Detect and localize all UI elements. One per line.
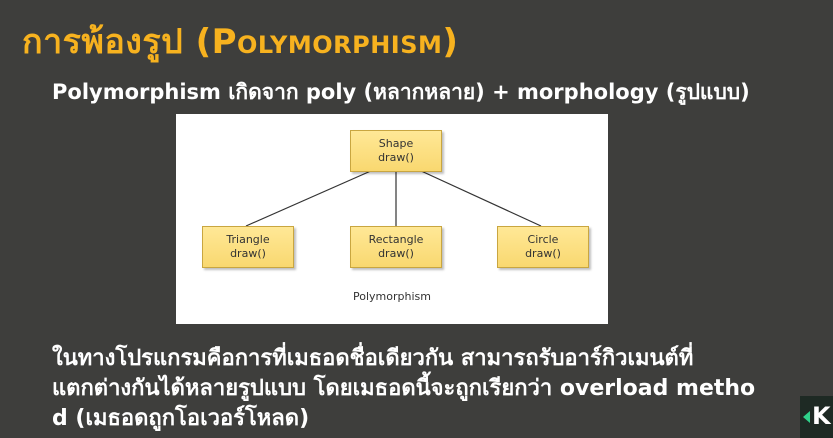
slide-title-english: (Polymorphism) [195,22,459,62]
prev-arrow-icon[interactable] [803,411,810,423]
class-diagram: Shape draw() Triangle draw() Rectangle d… [176,114,608,324]
corner-logo[interactable]: K [800,396,833,438]
connector-triangle [245,169,374,227]
body-text: ในทางโปรแกรมคือการที่เมธอดชื่อเดียวกัน ส… [52,344,833,434]
node-rectangle-name: Rectangle [368,233,424,246]
slide-subtitle: Polymorphism เกิดจาก poly (หลากหลาย) + m… [52,80,750,104]
node-circle-name: Circle [527,233,559,246]
node-circle: Circle draw() [497,226,589,268]
node-shape: Shape draw() [350,130,442,172]
node-rectangle: Rectangle draw() [350,226,442,268]
node-circle-method: draw() [525,247,561,260]
body-line-1: ในทางโปรแกรมคือการที่เมธอดชื่อเดียวกัน ส… [52,346,694,371]
logo-letter: K [812,402,831,430]
node-shape-method: draw() [378,151,414,164]
node-rectangle-method: draw() [378,247,414,260]
node-shape-name: Shape [378,137,414,150]
body-line-2: แตกต่างกันได้หลายรูปแบบ โดยเมธอดนี้จะถูก… [52,376,756,401]
slide-title: การพ้องรูป (Polymorphism) [22,14,458,68]
slide: การพ้องรูป (Polymorphism) Polymorphism เ… [0,0,833,438]
node-triangle: Triangle draw() [202,226,294,268]
connector-circle [418,169,542,227]
node-triangle-name: Triangle [226,233,270,246]
node-triangle-method: draw() [230,247,266,260]
body-line-3: d (เมธอดถูกโอเวอร์โหลด) [52,406,310,431]
diagram-caption: Polymorphism [353,290,431,303]
slide-title-thai: การพ้องรูป [22,22,196,62]
